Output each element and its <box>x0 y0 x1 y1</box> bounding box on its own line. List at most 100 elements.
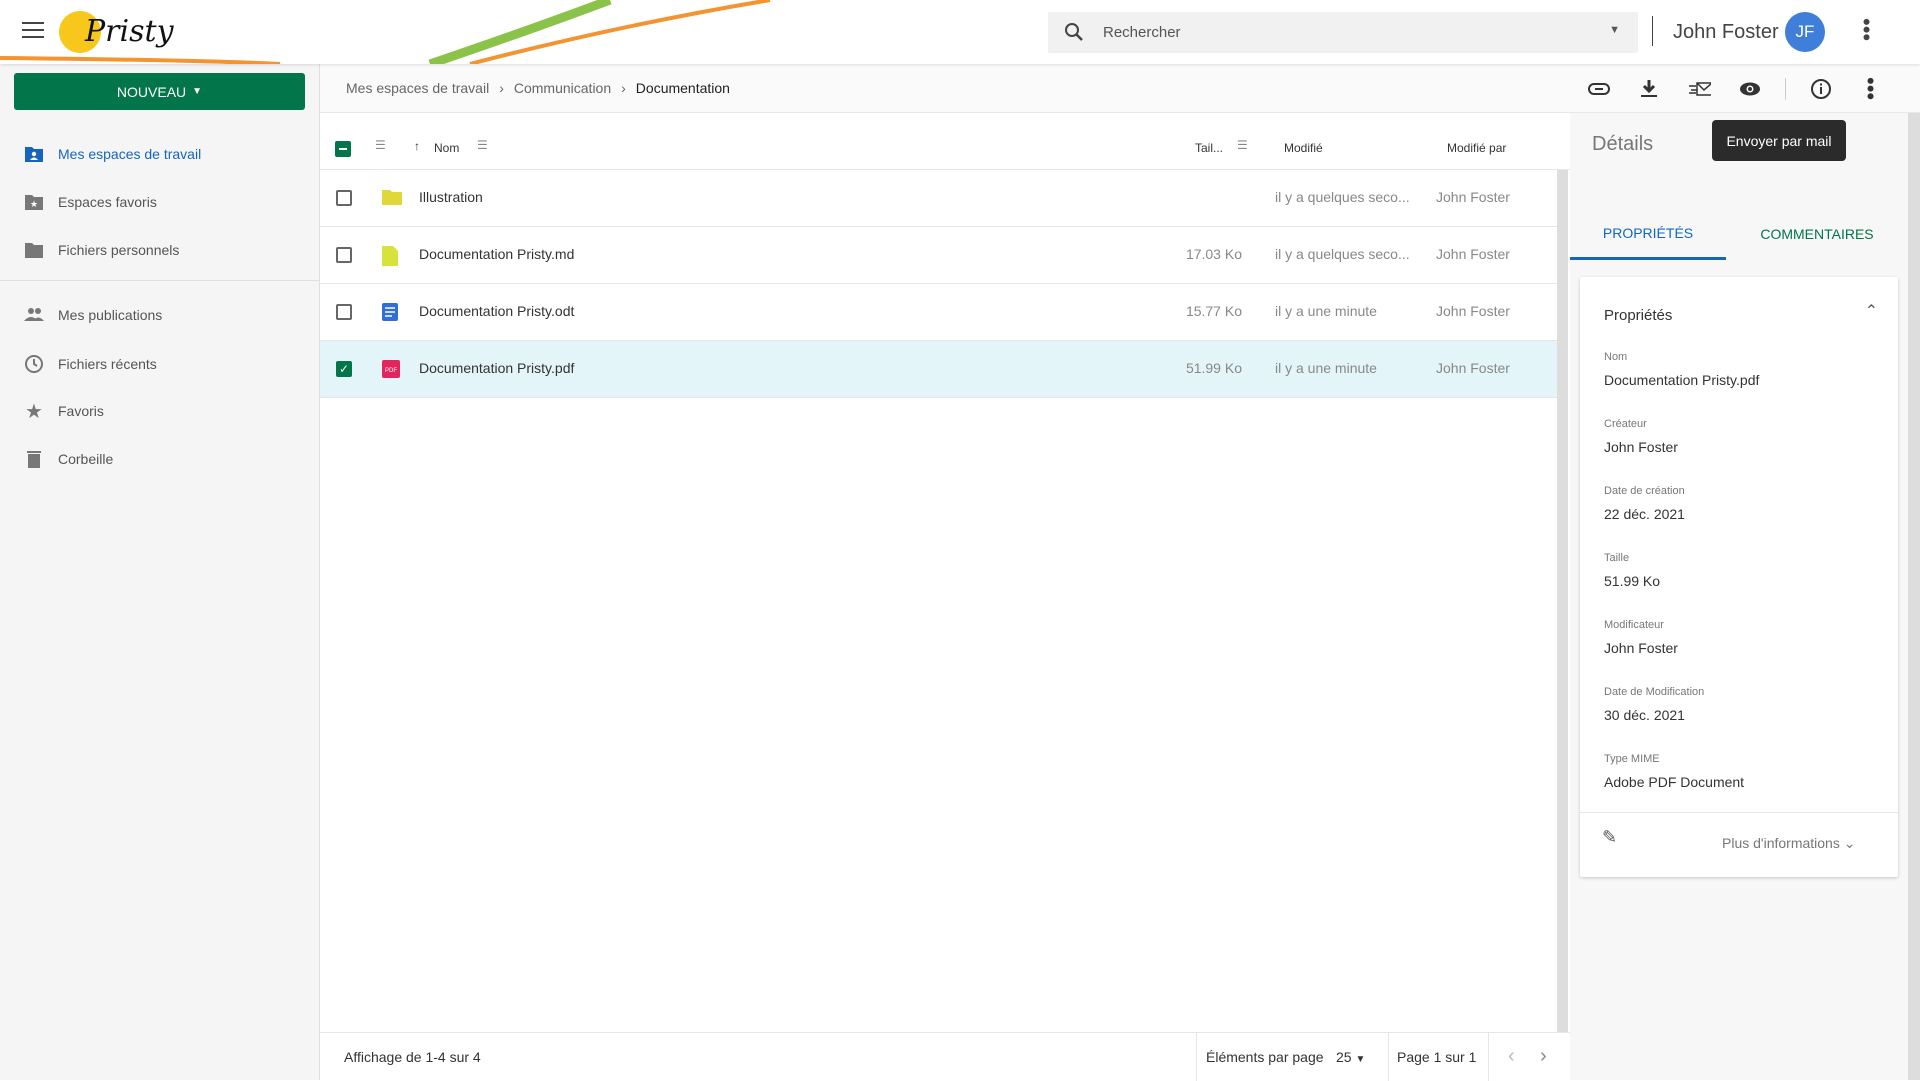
folder-icon <box>25 243 43 258</box>
top-bar: Pristy Rechercher ▼ John Foster JF ••• <box>0 0 1920 64</box>
row-checkbox[interactable] <box>336 247 352 263</box>
menu-icon[interactable] <box>22 22 44 40</box>
column-filter-icon[interactable]: ☰ <box>375 138 386 152</box>
link-icon[interactable] <box>1588 78 1610 100</box>
select-all-checkbox[interactable] <box>335 141 351 157</box>
sidebar-item-personal-files[interactable]: Fichiers personnels <box>24 240 179 260</box>
property-value: John Foster <box>1604 439 1678 455</box>
file-name[interactable]: Documentation Pristy.md <box>419 246 574 262</box>
file-size: 51.99 Ko <box>1185 360 1242 376</box>
property-label: Date de création <box>1604 485 1685 497</box>
tab-properties[interactable]: PROPRIÉTÉS <box>1570 208 1726 260</box>
download-icon[interactable] <box>1638 78 1660 100</box>
info-icon[interactable] <box>1810 78 1832 100</box>
chevron-up-icon[interactable]: ⌃ <box>1865 301 1878 321</box>
prev-page-button[interactable]: ‹ <box>1508 1045 1515 1068</box>
property-label: Modificateur <box>1604 619 1664 631</box>
folder-file-icon <box>382 189 402 208</box>
file-modified-by: John Foster <box>1436 189 1510 205</box>
tab-comments[interactable]: COMMENTAIRES <box>1726 208 1908 260</box>
per-page-value: 25 <box>1336 1049 1352 1065</box>
search-placeholder: Rechercher <box>1103 24 1181 41</box>
tooltip: Envoyer par mail <box>1712 120 1846 161</box>
file-modified: il y a une minute <box>1275 360 1377 376</box>
file-name[interactable]: Illustration <box>419 189 483 205</box>
new-button[interactable]: NOUVEAU ▼ <box>14 73 305 110</box>
column-header-name[interactable]: Nom <box>434 141 459 155</box>
chevron-right-icon: › <box>621 80 626 96</box>
table-header: ☰ ↑ Nom ☰ Tail... ☰ Modifié Modifié par <box>320 113 1570 170</box>
sidebar-item-favorite-spaces[interactable]: ★ Espaces favoris <box>24 192 157 212</box>
breadcrumb-item[interactable]: Communication <box>514 80 611 96</box>
property-label: Taille <box>1604 552 1630 564</box>
table-row[interactable]: Illustration il y a quelques seco... Joh… <box>320 170 1557 227</box>
property-value: Adobe PDF Document <box>1604 774 1745 790</box>
more-info-button[interactable]: Plus d'informations ⌄ <box>1722 835 1855 852</box>
sidebar-item-workspaces[interactable]: Mes espaces de travail <box>24 144 201 164</box>
page-indicator: Page 1 sur 1 <box>1397 1049 1477 1065</box>
property-value: Documentation Pristy.pdf <box>1604 372 1760 388</box>
file-modified-by: John Foster <box>1436 360 1510 376</box>
panel-scrollbar[interactable] <box>1908 113 1920 1080</box>
file-name[interactable]: Documentation Pristy.pdf <box>419 360 574 376</box>
table-footer: Affichage de 1-4 sur 4 Éléments par page… <box>320 1032 1570 1081</box>
md-file-icon <box>382 246 398 269</box>
next-page-button[interactable]: › <box>1540 1045 1547 1068</box>
more-info-label: Plus d'informations <box>1722 835 1840 851</box>
table-row[interactable]: ✓ PDF Documentation Pristy.pdf 51.99 Ko … <box>320 341 1557 398</box>
search-dropdown-icon[interactable]: ▼ <box>1609 24 1620 36</box>
avatar[interactable]: JF <box>1785 12 1825 52</box>
file-modified: il y a une minute <box>1275 303 1377 319</box>
row-checkbox[interactable]: ✓ <box>336 361 352 377</box>
clock-icon <box>25 355 43 373</box>
property-label: Date de Modification <box>1604 686 1705 698</box>
search-input[interactable]: Rechercher ▼ <box>1048 12 1638 53</box>
breadcrumb-item[interactable]: Mes espaces de travail <box>346 80 489 96</box>
sort-ascending-icon[interactable]: ↑ <box>414 139 420 153</box>
star-folder-icon: ★ <box>25 195 43 210</box>
sidebar: NOUVEAU ▼ Mes espaces de travail ★ Espaces… <box>0 64 320 1080</box>
breadcrumb-current: Documentation <box>635 80 730 96</box>
sidebar-item-favorites[interactable]: ★ Favoris <box>24 401 104 421</box>
per-page-label: Éléments par page <box>1206 1049 1324 1065</box>
pdf-badge-text: PDF <box>385 368 397 374</box>
column-header-modified-by[interactable]: Modifié par <box>1447 141 1506 155</box>
column-filter-icon[interactable]: ☰ <box>477 138 488 152</box>
send-mail-icon[interactable] <box>1689 78 1711 100</box>
star-icon: ★ <box>25 401 43 421</box>
property-value: 51.99 Ko <box>1604 573 1661 589</box>
sidebar-item-recent-files[interactable]: Fichiers récents <box>24 354 157 374</box>
breadcrumb: Mes espaces de travail › Communication › D… <box>320 64 1570 113</box>
column-header-size[interactable]: Tail... <box>1195 141 1223 155</box>
user-name[interactable]: John Foster <box>1673 21 1779 44</box>
sidebar-item-trash[interactable]: Corbeille <box>24 449 113 469</box>
search-icon <box>1065 23 1083 41</box>
more-actions-icon[interactable]: ••• <box>1858 77 1883 100</box>
properties-card: Propriétés ⌃ Nom Documentation Pristy.pdf… <box>1580 277 1898 877</box>
per-page-select[interactable]: 25 ▼ <box>1336 1049 1365 1065</box>
edit-pencil-icon[interactable]: ✎ <box>1602 827 1617 848</box>
card-title: Propriétés <box>1604 307 1673 324</box>
row-checkbox[interactable] <box>336 190 352 206</box>
caret-down-icon: ▼ <box>192 86 203 97</box>
preview-eye-icon[interactable] <box>1739 78 1761 100</box>
svg-text:★: ★ <box>25 401 43 421</box>
column-header-modified[interactable]: Modifié <box>1284 141 1323 155</box>
more-vert-icon[interactable]: ••• <box>1854 18 1879 41</box>
people-icon <box>24 308 44 321</box>
property-value: 30 déc. 2021 <box>1604 707 1685 723</box>
table-row[interactable]: Documentation Pristy.md 17.03 Ko il y a … <box>320 227 1557 284</box>
sidebar-item-publications[interactable]: Mes publications <box>24 305 162 325</box>
file-name[interactable]: Documentation Pristy.odt <box>419 303 574 319</box>
sidebar-item-label: Favoris <box>58 403 104 419</box>
file-size: 15.77 Ko <box>1185 303 1242 319</box>
file-size: 17.03 Ko <box>1185 246 1242 262</box>
column-filter-icon[interactable]: ☰ <box>1237 138 1248 152</box>
trash-icon <box>27 451 41 468</box>
pdf-file-icon: PDF <box>382 360 400 381</box>
row-checkbox[interactable] <box>336 304 352 320</box>
table-scrollbar[interactable] <box>1557 170 1568 1032</box>
svg-text:★: ★ <box>30 199 38 209</box>
table-row[interactable]: Documentation Pristy.odt 15.77 Ko il y a… <box>320 284 1557 341</box>
logo-text: Pristy <box>85 14 174 49</box>
